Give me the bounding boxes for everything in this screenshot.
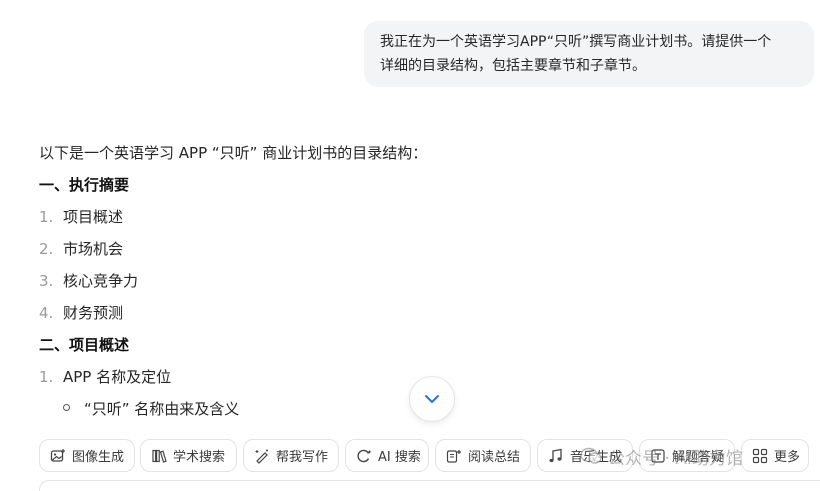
list-item-text: 市场机会 — [63, 240, 124, 258]
list-item: 1. APP 名称及定位 — [39, 362, 171, 392]
sub-list-item-text: “只听” 名称由来及含义 — [84, 400, 240, 418]
chip-label: AI 搜索 — [378, 450, 421, 465]
chip-label: 图像生成 — [72, 450, 125, 465]
chip-ai-search[interactable]: AI 搜索 — [345, 439, 429, 472]
user-message-line: 详细的目录结构，包括主要章节和子章节。 — [380, 58, 646, 74]
watermark: 公众号 · AI助力馆 — [580, 440, 743, 472]
ai-search-icon — [357, 449, 372, 462]
list-number: 1. — [39, 368, 54, 386]
list-item-text: 财务预测 — [63, 304, 124, 322]
list-number: 4. — [39, 304, 54, 322]
chip-writing[interactable]: 帮我写作 — [243, 439, 339, 472]
list-item: 3. 核心竞争力 — [39, 266, 138, 296]
reading-summary-icon — [446, 449, 461, 463]
chip-label: 更多 — [774, 450, 801, 465]
chip-label: 帮我写作 — [276, 450, 329, 465]
wechat-logo-icon — [580, 447, 602, 464]
user-message-bubble: 我正在为一个英语学习APP“只听”撰写商业计划书。请提供一个 详细的目录结构，包… — [364, 21, 814, 87]
section-heading: 二、项目概述 — [39, 336, 130, 354]
list-number: 1. — [39, 208, 54, 226]
list-item: 1. 项目概述 — [39, 202, 123, 232]
scroll-to-bottom-button[interactable] — [409, 376, 455, 422]
chip-academic-search[interactable]: 学术搜索 — [140, 439, 237, 472]
section-heading: 一、执行摘要 — [39, 176, 130, 194]
list-item: 4. 财务预测 — [39, 298, 123, 328]
chevron-down-icon — [425, 395, 439, 403]
chip-reading-summary[interactable]: 阅读总结 — [435, 439, 531, 472]
message-composer[interactable] — [39, 480, 820, 491]
list-item-text: APP 名称及定位 — [63, 368, 172, 386]
sub-list-item: “只听” 名称由来及含义 — [63, 394, 239, 424]
more-grid-icon — [752, 448, 768, 463]
list-item-text: 核心竞争力 — [63, 272, 139, 290]
user-message-line: 我正在为一个英语学习APP“只听”撰写商业计划书。请提供一个 — [380, 34, 772, 50]
academic-search-icon — [152, 449, 167, 463]
chip-image-generation[interactable]: 图像生成 — [39, 439, 135, 472]
list-item: 2. 市场机会 — [39, 234, 123, 264]
writing-icon — [255, 449, 268, 464]
chip-label: 阅读总结 — [468, 450, 521, 465]
list-item-text: 项目概述 — [63, 208, 124, 226]
watermark-text: 公众号 · AI助力馆 — [608, 448, 743, 469]
hollow-bullet-icon — [63, 404, 70, 411]
music-note-icon — [549, 448, 562, 462]
chip-more[interactable]: 更多 — [741, 439, 809, 472]
answer-intro: 以下是一个英语学习 APP “只听” 商业计划书的目录结构： — [39, 144, 428, 162]
list-number: 2. — [39, 240, 54, 258]
chip-label: 学术搜索 — [173, 450, 226, 465]
image-gen-icon — [50, 448, 65, 462]
list-number: 3. — [39, 272, 54, 290]
